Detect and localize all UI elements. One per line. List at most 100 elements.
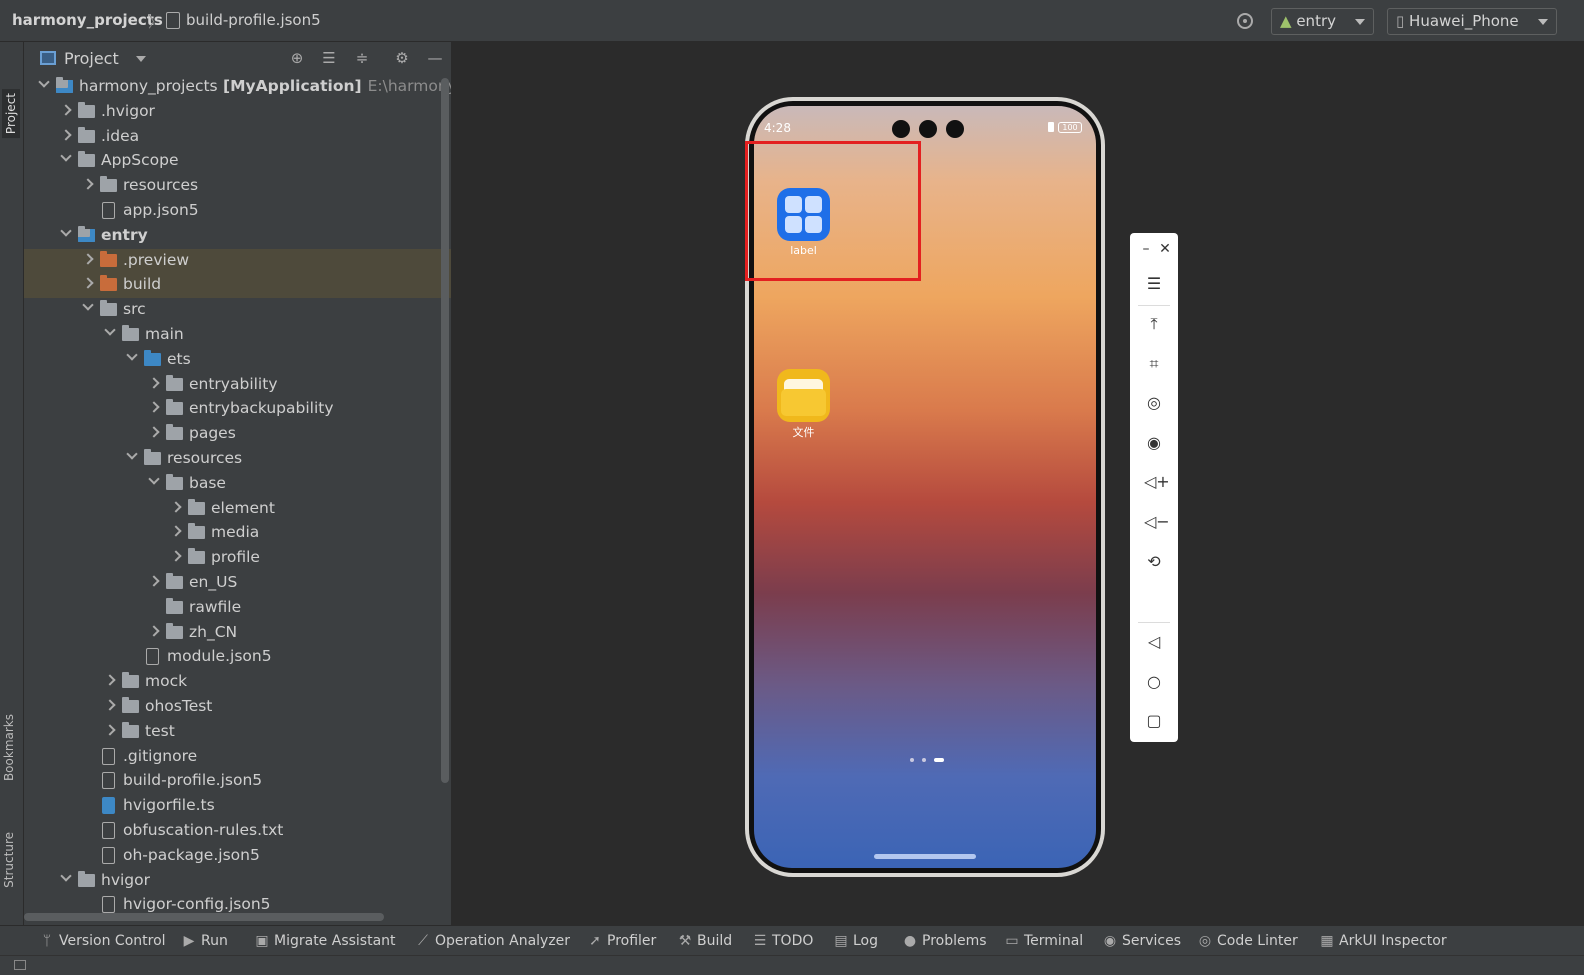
chevron-right-icon[interactable] <box>82 252 94 265</box>
chevron-right-icon[interactable] <box>148 426 160 438</box>
target-icon[interactable] <box>1237 13 1253 29</box>
tree-row[interactable]: media <box>24 521 451 546</box>
screenshot-icon[interactable]: ◉ <box>1144 433 1164 453</box>
breadcrumb-file[interactable]: build-profile.json5 <box>186 11 321 29</box>
structure-tool-tab[interactable]: Structure <box>2 832 16 888</box>
expand-all-icon[interactable]: ☰ <box>321 50 337 66</box>
collapse-all-icon[interactable]: ≑ <box>354 50 370 66</box>
locate-icon[interactable]: ⊕ <box>289 50 305 66</box>
tree-row[interactable]: ohosTest <box>24 695 451 720</box>
chevron-right-icon[interactable] <box>148 624 160 637</box>
tree-row[interactable]: obfuscation-rules.txt <box>24 819 451 844</box>
chevron-down-icon[interactable] <box>60 869 72 882</box>
chevron-right-icon[interactable] <box>60 104 72 116</box>
tool-window-todo[interactable]: ☰ TODO <box>753 933 814 949</box>
panel-title[interactable]: Project <box>64 49 119 68</box>
tree-row[interactable]: .gitignore <box>24 745 451 770</box>
tree-row[interactable]: src <box>24 298 451 323</box>
menu-icon[interactable]: ☰ <box>1144 274 1164 294</box>
shake-icon[interactable]: ⟲ <box>1144 552 1164 572</box>
tree-row[interactable]: oh-package.json5 <box>24 844 451 869</box>
tree-row[interactable]: base <box>24 472 451 497</box>
tool-window-operation-analyzer[interactable]: ⟋ Operation Analyzer <box>416 933 570 949</box>
home-indicator[interactable] <box>874 854 976 859</box>
tool-window-terminal[interactable]: ▭ Terminal <box>1005 933 1083 949</box>
tree-row[interactable]: main <box>24 323 451 348</box>
close-icon[interactable]: ✕ <box>1155 239 1175 259</box>
chevron-right-icon[interactable] <box>170 525 182 538</box>
chevron-right-icon[interactable] <box>82 178 94 190</box>
tree-row[interactable]: rawfile <box>24 596 451 621</box>
tree-row[interactable]: hvigor <box>24 869 451 894</box>
tree-row[interactable]: en_US <box>24 571 451 596</box>
tree-row[interactable]: build-profile.json5 <box>24 769 451 794</box>
volume-up-icon[interactable]: ◁+ <box>1144 472 1170 492</box>
project-tool-tab[interactable]: Project <box>2 89 20 139</box>
hide-panel-icon[interactable]: — <box>427 50 443 66</box>
tree-row[interactable]: .preview <box>24 248 451 274</box>
tree-row[interactable]: mock <box>24 670 451 695</box>
chevron-down-icon[interactable] <box>60 150 72 163</box>
chevron-right-icon[interactable] <box>104 674 116 686</box>
chevron-down-icon[interactable] <box>126 349 138 361</box>
tree-row[interactable]: resources <box>24 447 451 472</box>
tree-row[interactable]: build <box>24 273 451 299</box>
chevron-right-icon[interactable] <box>104 699 116 711</box>
minimize-icon[interactable]: – <box>1136 239 1156 259</box>
chevron-right-icon[interactable] <box>82 277 94 290</box>
tool-window-services[interactable]: ◉ Services <box>1103 933 1181 949</box>
chevron-right-icon[interactable] <box>60 128 72 141</box>
tree-row[interactable]: module.json5 <box>24 645 451 670</box>
volume-down-icon[interactable]: ◁− <box>1144 512 1170 532</box>
breadcrumb-project[interactable]: harmony_projects <box>12 11 163 29</box>
tree-row[interactable]: pages <box>24 422 451 447</box>
recents-icon[interactable]: ▢ <box>1144 711 1164 731</box>
chevron-right-icon[interactable] <box>170 500 182 513</box>
chevron-down-icon[interactable] <box>82 299 94 311</box>
tool-window-run[interactable]: ▶ Run <box>182 933 228 949</box>
chevron-down-icon[interactable] <box>126 448 138 460</box>
crop-icon[interactable]: ⌗ <box>1144 354 1164 374</box>
tree-row[interactable]: .hvigor <box>24 100 451 125</box>
chevron-down-icon[interactable] <box>104 324 116 336</box>
module-select[interactable]: ▲ entry <box>1271 8 1374 35</box>
tree-row[interactable]: harmony_projects [MyApplication] E:\harmo… <box>24 75 451 100</box>
chevron-right-icon[interactable] <box>104 724 116 736</box>
chevron-down-icon[interactable] <box>148 473 160 485</box>
vertical-scrollbar[interactable] <box>441 78 449 783</box>
tree-row[interactable]: entrybackupability <box>24 397 451 422</box>
chevron-right-icon[interactable] <box>148 575 160 587</box>
chevron-right-icon[interactable] <box>148 401 160 414</box>
horizontal-scrollbar[interactable] <box>24 913 384 921</box>
chevron-right-icon[interactable] <box>170 550 182 562</box>
device-select[interactable]: ▯ Huawei_Phone <box>1387 8 1557 35</box>
tool-window-build[interactable]: ⚒ Build <box>678 933 732 949</box>
chevron-down-icon[interactable] <box>60 225 72 237</box>
tree-row[interactable]: .idea <box>24 125 451 150</box>
tree-row[interactable]: test <box>24 720 451 745</box>
tree-row[interactable]: profile <box>24 546 451 571</box>
chevron-down-icon[interactable] <box>38 76 50 88</box>
tree-row[interactable]: entry <box>24 224 451 249</box>
tree-row[interactable]: ets <box>24 348 451 373</box>
tree-row[interactable]: app.json5 <box>24 199 451 224</box>
tree-row[interactable]: element <box>24 497 451 522</box>
tool-window-code-linter[interactable]: ◎ Code Linter <box>1198 933 1298 949</box>
tree-row[interactable]: hvigorfile.ts <box>24 794 451 819</box>
bookmarks-tool-tab[interactable]: Bookmarks <box>2 714 16 781</box>
tool-window-problems[interactable]: ● Problems <box>903 933 987 949</box>
home-icon[interactable]: ○ <box>1144 672 1164 692</box>
tool-window-arkui-inspector[interactable]: ▦ ArkUI Inspector <box>1320 933 1446 949</box>
rotate-icon[interactable]: ◎ <box>1144 393 1164 413</box>
tree-row[interactable]: zh_CN <box>24 621 451 646</box>
tree-row[interactable]: AppScope <box>24 149 451 174</box>
tool-window-profiler[interactable]: ➚ Profiler <box>588 933 656 949</box>
gear-icon[interactable]: ⚙ <box>394 50 410 66</box>
tree-row[interactable]: entryability <box>24 373 451 398</box>
tool-window-migrate-assistant[interactable]: ▣ Migrate Assistant <box>255 933 395 949</box>
files-app-icon[interactable] <box>777 369 830 422</box>
tool-window-version-control[interactable]: ᛘ Version Control <box>40 933 166 949</box>
chevron-right-icon[interactable] <box>148 376 160 389</box>
back-icon[interactable]: ◁ <box>1144 632 1164 652</box>
tool-window-log[interactable]: ▤ Log <box>834 933 878 949</box>
